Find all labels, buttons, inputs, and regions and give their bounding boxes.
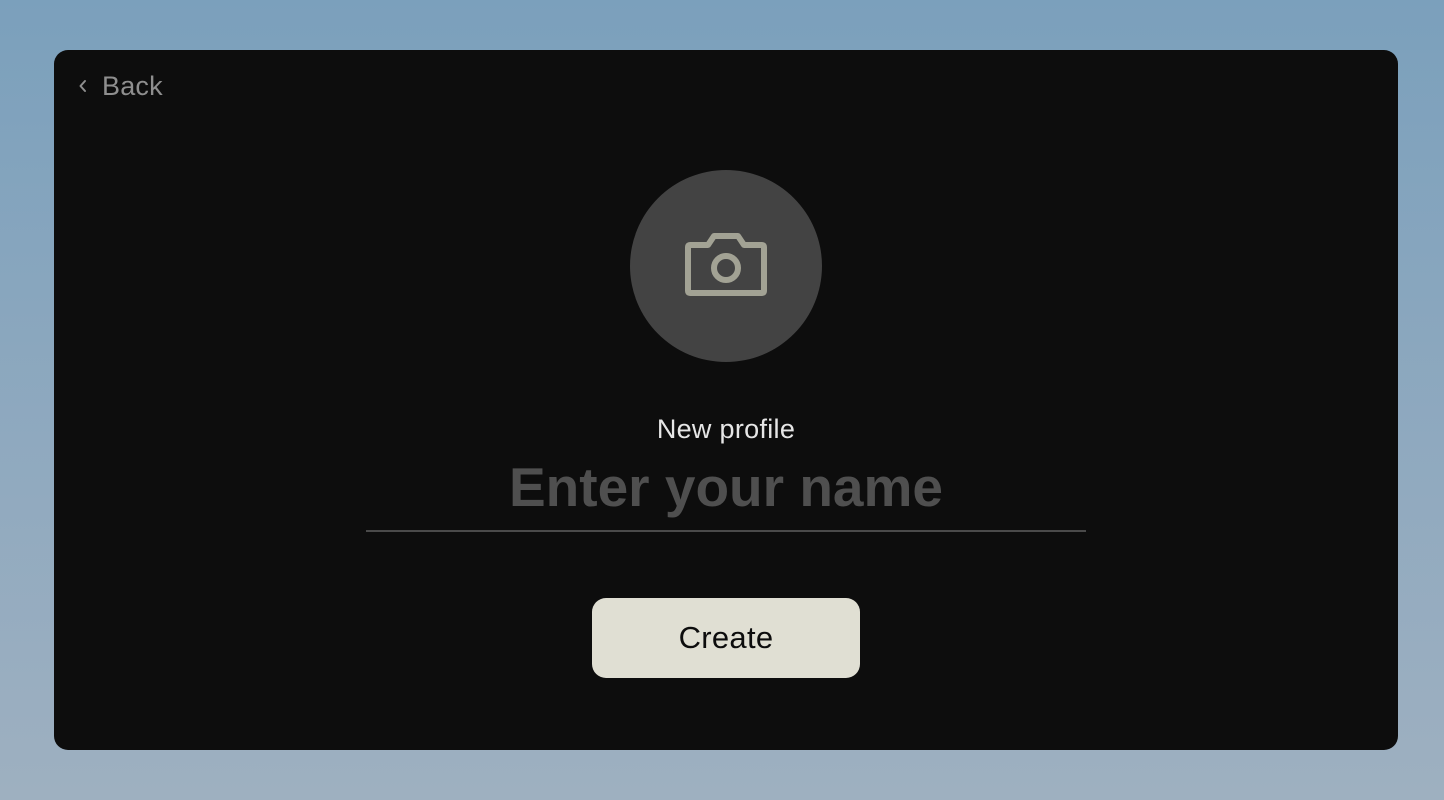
- chevron-left-icon: [78, 78, 88, 94]
- name-input[interactable]: [366, 450, 1086, 532]
- profile-dialog: Back New profile Create: [54, 50, 1398, 750]
- back-label: Back: [102, 70, 163, 101]
- camera-icon: [684, 232, 768, 300]
- avatar-upload-button[interactable]: [630, 170, 822, 362]
- back-button[interactable]: Back: [74, 68, 167, 104]
- create-button[interactable]: Create: [592, 598, 860, 678]
- form-subtitle: New profile: [656, 414, 796, 444]
